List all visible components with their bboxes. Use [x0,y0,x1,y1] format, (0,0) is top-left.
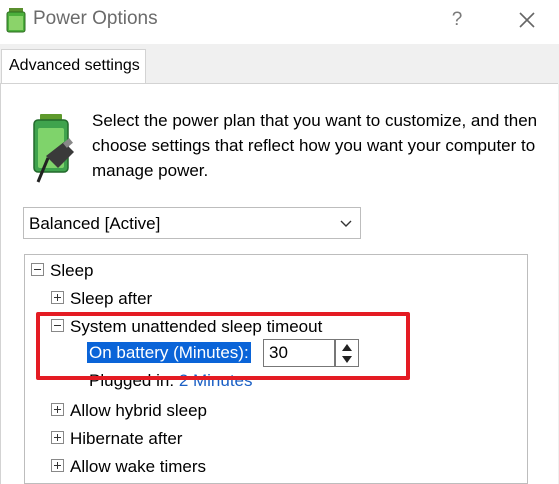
tree-item-label: Sleep after [70,289,153,308]
tree-item-sleep[interactable]: Sleep [31,258,93,284]
expand-icon[interactable] [51,291,64,305]
power-plan-dropdown[interactable]: Balanced [Active] [23,207,361,239]
title-bar: Power Options ? [0,0,559,44]
tree-item-sleep-after[interactable]: Sleep after [51,286,152,312]
close-icon [519,12,535,28]
tree-item-label: Hibernate after [70,429,183,448]
tree-item-label: Allow wake timers [70,457,207,476]
expand-icon[interactable] [51,459,64,473]
power-plan-icon [33,114,74,183]
expand-icon[interactable] [51,431,64,445]
tree-item-allow-wake-timers[interactable]: Allow wake timers [51,454,206,480]
window-title: Power Options [33,8,158,29]
chevron-down-icon [340,220,352,227]
tab-strip: Advanced settings [0,44,559,85]
collapse-icon[interactable] [31,263,44,277]
close-button[interactable] [508,4,546,36]
power-plan-value: Balanced [Active] [29,214,161,233]
description-text: Select the power plan that you want to c… [92,111,538,180]
tree-item-allow-hybrid-sleep[interactable]: Allow hybrid sleep [51,398,207,424]
tree-item-label: Allow hybrid sleep [70,401,208,420]
tab-advanced-settings[interactable]: Advanced settings [1,49,146,85]
battery-icon [6,8,26,33]
tree-item-hibernate-after[interactable]: Hibernate after [51,426,182,452]
highlight-annotation [36,312,410,380]
expand-icon[interactable] [51,403,64,417]
help-button[interactable]: ? [442,4,472,36]
tree-item-label: Sleep [50,261,94,280]
